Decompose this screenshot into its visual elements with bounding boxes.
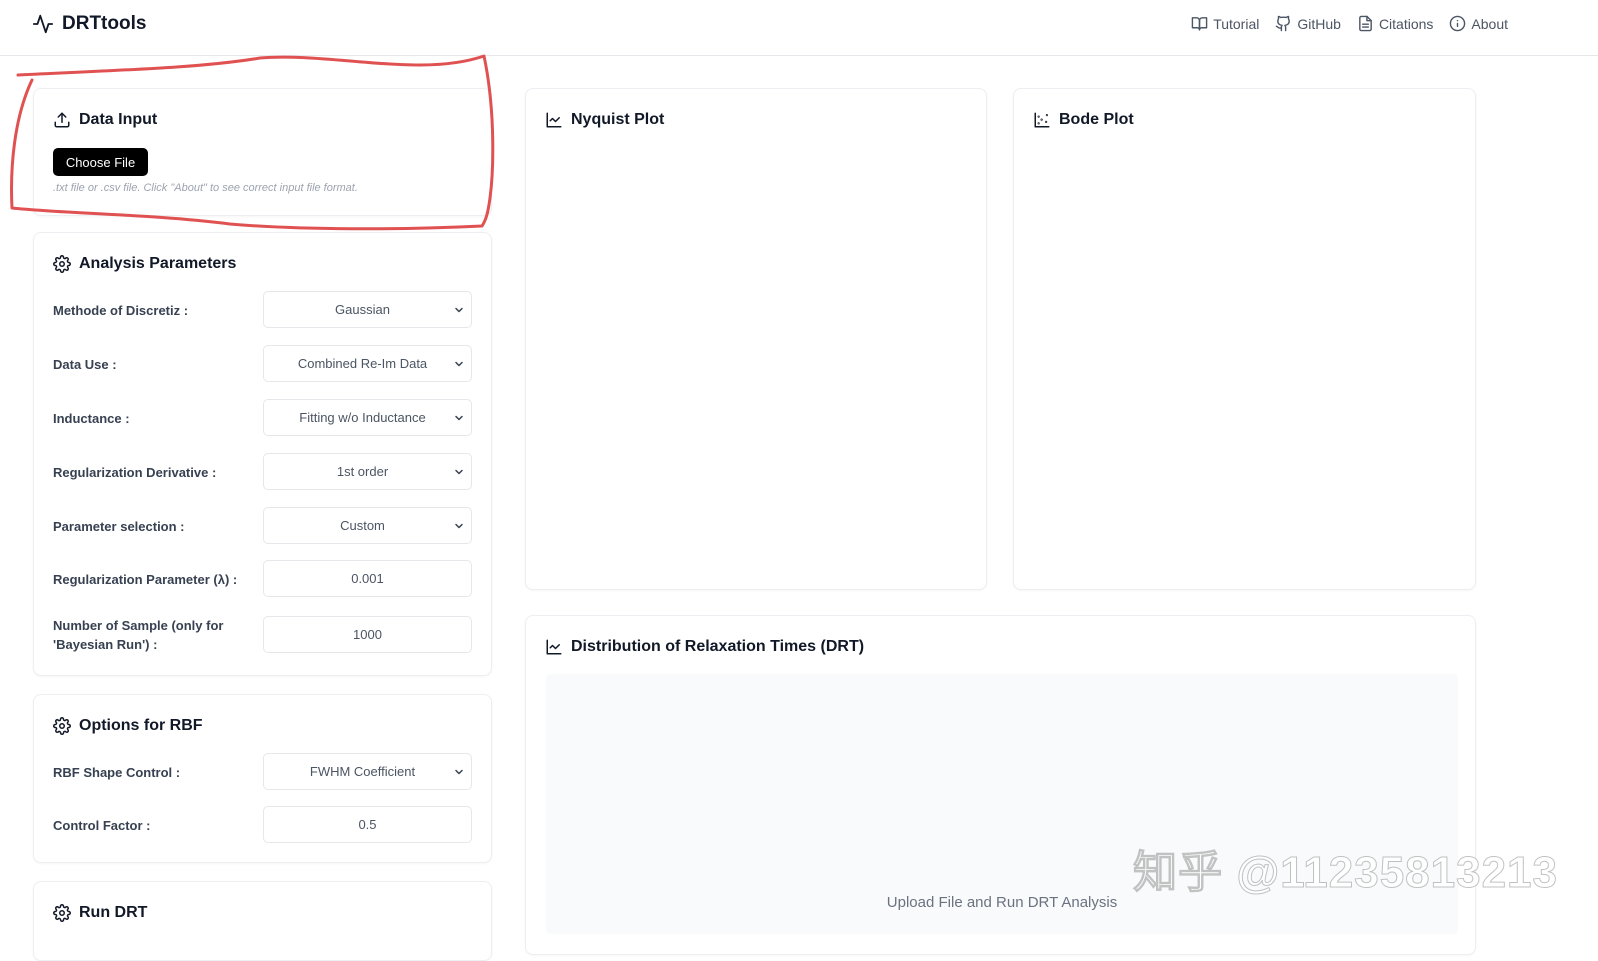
regularization-derivative-select[interactable]: 1st order [263,453,472,490]
run-drt-card: Run DRT [33,881,492,961]
regularization-parameter-label: Regularization Parameter (λ) : [53,571,238,587]
inductance-value: Fitting w/o Inductance [299,410,426,425]
analysis-parameters-card: Analysis Parameters Methode of Discretiz… [33,232,492,676]
discretization-label: Methode of Discretiz : [53,302,189,318]
info-icon [1450,15,1466,32]
control-factor-value: 0.5 [358,817,377,832]
app-logo[interactable]: DRTtools [32,13,146,35]
drt-title: Distribution of Relaxation Times (DRT) [571,638,865,655]
nav-citations-link[interactable]: Citations [1357,15,1433,32]
drt-placeholder-text: Upload File and Run DRT Analysis [886,894,1118,911]
param-row-inductance: Inductance : Fitting w/o Inductance [53,399,473,437]
file-format-hint: .txt file or .csv file. Click "About" to… [53,182,358,194]
data-use-select[interactable]: Combined Re-Im Data [263,345,472,382]
control-factor-input[interactable]: 0.5 [263,806,472,843]
rbf-shape-control-label: RBF Shape Control : [53,764,181,780]
bode-plot-title: Bode Plot [1059,111,1134,128]
top-navigation-bar: DRTtools Tutorial GitHub Citations About [0,0,1598,56]
data-use-label: Data Use : [53,356,117,372]
nav-citations-label: Citations [1378,15,1434,32]
settings-icon [53,717,71,735]
line-chart-icon [546,112,562,128]
param-row-data-use: Data Use : Combined Re-Im Data [53,345,473,383]
data-input-title: Data Input [79,111,158,128]
param-row-rbf-shape-control: RBF Shape Control : FWHM Coefficient [53,753,473,791]
regularization-parameter-input[interactable]: 0.001 [263,560,472,597]
app-title: DRTtools [62,13,147,34]
run-drt-heading: Run DRT [53,904,147,922]
data-use-value: Combined Re-Im Data [297,356,428,371]
number-of-samples-label: Number of Sample (only for 'Bayesian Run… [53,618,224,652]
nav-about-link[interactable]: About [1449,15,1508,32]
choose-file-button[interactable]: Choose File [53,148,148,176]
book-open-icon [1191,17,1208,31]
param-row-regularization-derivative: Regularization Derivative : 1st order [53,453,473,491]
parameter-selection-label: Parameter selection : [53,518,185,534]
scatter-chart-icon [1034,112,1050,128]
data-input-card: Data Input Choose File .txt file or .csv… [33,88,492,216]
nyquist-plot-card: Nyquist Plot [525,88,987,590]
discretization-select[interactable]: Gaussian [263,291,472,328]
discretization-value: Gaussian [335,302,390,317]
drt-heading: Distribution of Relaxation Times (DRT) [545,638,864,656]
nav-menu: Tutorial GitHub Citations About [1191,15,1508,32]
bode-plot-heading: Bode Plot [1033,111,1134,129]
parameter-selection-select[interactable]: Custom [263,507,472,544]
parameter-selection-value: Custom [340,518,385,533]
nav-github-label: GitHub [1297,15,1341,32]
settings-icon [53,255,71,273]
github-icon [1276,15,1291,32]
rbf-options-card: Options for RBF RBF Shape Control : FWHM… [33,694,492,863]
chevron-down-icon [455,307,463,313]
number-of-samples-input[interactable]: 1000 [263,616,472,653]
line-chart-icon [546,639,562,655]
nyquist-plot-title: Nyquist Plot [571,111,665,128]
param-row-discretization: Methode of Discretiz : Gaussian [53,291,473,329]
file-text-icon [1359,15,1372,32]
nav-tutorial-label: Tutorial [1213,15,1260,32]
chevron-down-icon [455,469,463,475]
inductance-select[interactable]: Fitting w/o Inductance [263,399,472,436]
param-row-number-of-samples: Number of Sample (only for 'Bayesian Run… [53,616,473,654]
nav-tutorial-link[interactable]: Tutorial [1191,15,1259,32]
analysis-parameters-title: Analysis Parameters [79,255,237,272]
activity-icon [32,14,54,34]
chevron-down-icon [455,523,463,529]
nav-github-link[interactable]: GitHub [1275,15,1341,32]
param-row-regularization-parameter: Regularization Parameter (λ) : 0.001 [53,560,473,598]
regularization-derivative-label: Regularization Derivative : [53,464,217,480]
upload-icon [54,112,70,128]
control-factor-label: Control Factor : [53,817,151,833]
drt-plot-area: Upload File and Run DRT Analysis [546,674,1458,934]
drt-card: Distribution of Relaxation Times (DRT) U… [525,615,1476,955]
param-row-parameter-selection: Parameter selection : Custom [53,507,473,545]
settings-icon [53,904,71,922]
rbf-shape-control-value: FWHM Coefficient [309,764,416,779]
regularization-parameter-value: 0.001 [351,571,384,586]
nyquist-plot-heading: Nyquist Plot [545,111,664,129]
nav-about-label: About [1471,15,1508,32]
data-input-heading: Data Input [53,111,157,129]
chevron-down-icon [455,769,463,775]
chevron-down-icon [455,361,463,367]
run-drt-title: Run DRT [79,904,148,921]
bode-plot-card: Bode Plot [1013,88,1476,590]
param-row-control-factor: Control Factor : 0.5 [53,806,473,844]
number-of-samples-value: 1000 [353,627,382,642]
regularization-derivative-value: 1st order [336,464,389,479]
rbf-options-heading: Options for RBF [53,717,203,735]
chevron-down-icon [455,415,463,421]
rbf-shape-control-select[interactable]: FWHM Coefficient [263,753,472,790]
analysis-parameters-heading: Analysis Parameters [53,255,236,273]
rbf-options-title: Options for RBF [79,717,203,734]
inductance-label: Inductance : [53,410,130,426]
